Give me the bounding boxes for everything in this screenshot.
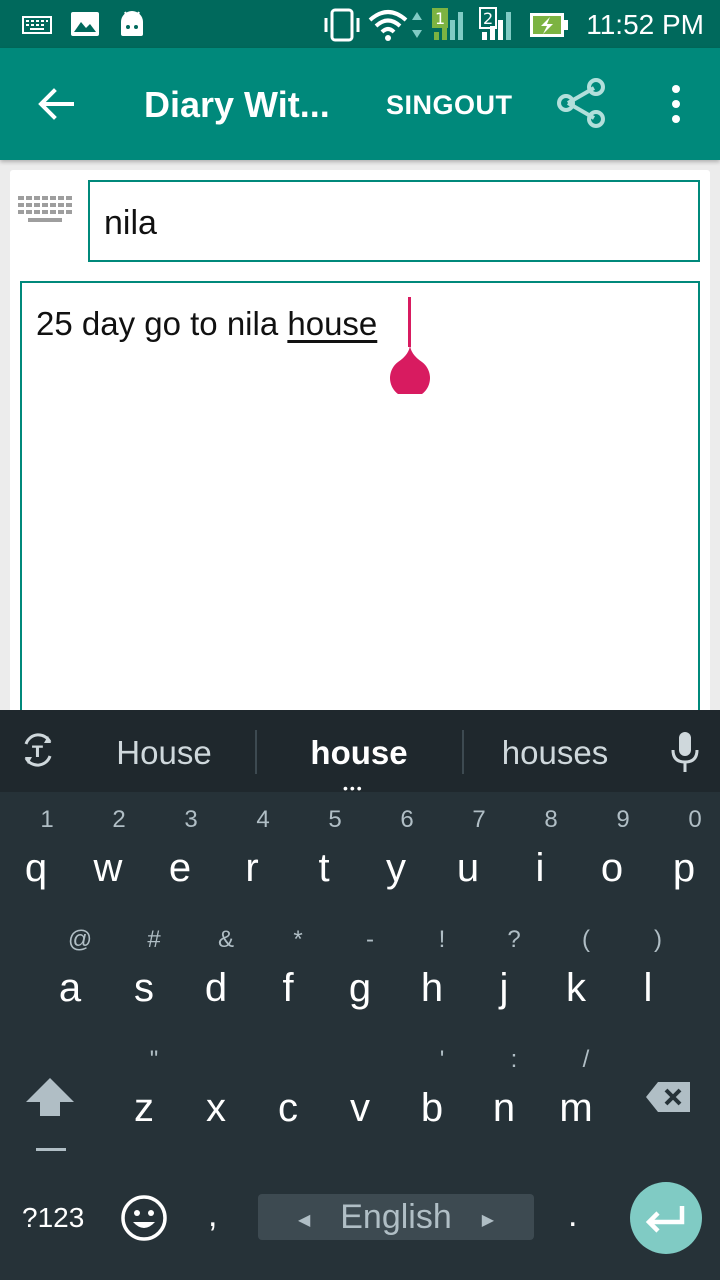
app-bar: Diary Wit... SINGOUT — [0, 48, 720, 160]
suggestion-strip: T House house houses ••• — [0, 710, 720, 796]
key-i[interactable]: 8i — [504, 806, 576, 891]
suggestion-divider — [255, 730, 257, 774]
key-x[interactable]: x — [180, 1086, 252, 1131]
key-n[interactable]: :n — [468, 1046, 540, 1131]
key-p[interactable]: 0p — [648, 806, 720, 891]
page-title: Diary Wit... — [144, 84, 330, 125]
battery-charging-icon — [530, 13, 568, 37]
key-a[interactable]: @ a — [34, 926, 106, 1011]
svg-text:2: 2 — [483, 9, 493, 28]
translate-icon[interactable]: T — [20, 732, 56, 768]
key-y[interactable]: 6y — [360, 806, 432, 891]
cursor-handle-icon[interactable] — [389, 344, 431, 394]
key-f[interactable]: * f — [252, 926, 324, 1011]
key-q[interactable]: 1q — [0, 806, 72, 891]
shift-indicator — [36, 1148, 66, 1151]
enter-icon — [645, 1206, 685, 1233]
backspace-icon[interactable] — [644, 1080, 692, 1114]
suggestion-3[interactable]: houses — [488, 734, 622, 772]
key-u[interactable]: 7u — [432, 806, 504, 891]
key-w[interactable]: 2w — [72, 806, 144, 891]
composing-word: house — [287, 305, 378, 342]
key-o[interactable]: 9o — [576, 806, 648, 891]
enter-button[interactable] — [630, 1182, 702, 1254]
key-g[interactable]: -g — [324, 926, 396, 1011]
vibrate-icon — [324, 8, 360, 42]
svg-text:T: T — [32, 742, 43, 761]
svg-text:1: 1 — [435, 9, 445, 28]
key-e[interactable]: 3e — [144, 806, 216, 891]
keyboard-notification-icon — [22, 16, 52, 34]
diary-body-text: 25 day go to nila house — [36, 305, 377, 343]
title-input-value: nila — [104, 204, 157, 242]
sim1-signal-icon: 1 — [432, 8, 463, 40]
body-text-prefix: 25 day go to nila — [36, 305, 288, 342]
symbols-key[interactable]: ?123 — [22, 1202, 84, 1234]
title-input[interactable]: nila — [88, 180, 700, 262]
soft-keyboard: T House house houses ••• 1q 2w 3e 4r 5t … — [0, 710, 720, 1280]
microphone-icon[interactable] — [670, 730, 700, 774]
key-c[interactable]: c — [252, 1086, 324, 1131]
clock: 11:52 PM — [586, 9, 704, 40]
suggestion-1[interactable]: House — [100, 734, 228, 772]
status-bar: 1 2 11:52 PM — [0, 0, 720, 48]
keyboard-toggle-icon[interactable] — [18, 196, 72, 224]
key-m[interactable]: / m — [540, 1046, 612, 1131]
key-s[interactable]: # s — [108, 926, 180, 1011]
key-t[interactable]: 5t — [288, 806, 360, 891]
signout-button[interactable]: SINGOUT — [386, 90, 513, 121]
period-key[interactable]: . — [568, 1196, 577, 1235]
language-next-icon: ▶ — [481, 1212, 494, 1229]
back-arrow-icon[interactable] — [36, 84, 76, 124]
overflow-menu-icon[interactable] — [664, 84, 688, 124]
key-d[interactable]: & d — [180, 926, 252, 1011]
key-b[interactable]: ' b — [396, 1046, 468, 1131]
emoji-icon[interactable] — [120, 1194, 168, 1242]
more-suggestions-dots[interactable]: ••• — [343, 780, 364, 796]
suggestion-divider — [462, 730, 464, 774]
sim2-signal-icon: 2 — [479, 7, 511, 40]
key-h[interactable]: ! h — [396, 926, 468, 1011]
data-arrows-icon — [412, 12, 422, 38]
space-bar[interactable]: ◀ English ▶ — [258, 1194, 534, 1240]
key-r[interactable]: 4r — [216, 806, 288, 891]
android-notification-icon — [121, 11, 143, 36]
text-cursor — [408, 297, 411, 347]
comma-key[interactable]: , — [208, 1196, 217, 1235]
shift-icon[interactable] — [24, 1074, 76, 1122]
suggestion-2[interactable]: house — [294, 734, 424, 772]
gallery-notification-icon — [71, 12, 99, 36]
share-icon[interactable] — [556, 78, 606, 128]
key-j[interactable]: ? j — [468, 926, 540, 1011]
key-k[interactable]: (k — [540, 926, 612, 1011]
diary-body-input[interactable]: 25 day go to nila house — [20, 281, 700, 731]
key-z[interactable]: " z — [108, 1046, 180, 1131]
key-v[interactable]: v — [324, 1086, 396, 1131]
wifi-icon — [368, 10, 408, 41]
key-l[interactable]: ) l — [612, 926, 684, 1011]
